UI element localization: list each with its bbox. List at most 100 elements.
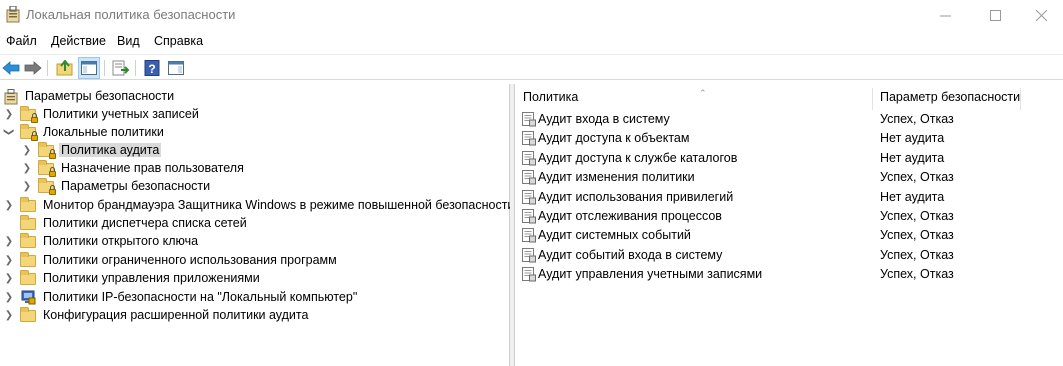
table-row[interactable]: Аудит событий входа в систему Успех, Отка… [516,246,1063,265]
tree-item-app-control[interactable]: ❯ Политики управления приложениями [4,269,262,287]
chevron-right-icon[interactable]: ❯ [4,105,14,123]
chevron-right-icon[interactable]: ❯ [22,159,32,177]
chevron-right-icon[interactable]: ❯ [4,306,14,324]
folder-icon [20,307,36,322]
table-row[interactable]: Аудит изменения политики Успех, Отказ [516,168,1063,187]
policy-name: Аудит входа в систему [538,112,670,126]
chevron-right-icon[interactable]: ❯ [22,177,32,195]
policy-setting: Успех, Отказ [880,267,954,282]
folder-lock-icon [38,142,56,159]
ip-security-icon [20,290,36,305]
tree-item-audit-policy[interactable]: ❯ Политика аудита [22,141,162,159]
tree-item-local-policies[interactable]: ❯ Локальные политики [4,123,166,141]
column-divider[interactable] [1020,88,1021,110]
export-list-button[interactable] [110,57,132,79]
minimize-button[interactable] [922,0,968,30]
policy-document-icon [522,170,536,185]
policy-document-icon [522,150,536,166]
tree-item-label: Политики IP-безопасности на "Локальный к… [43,290,358,304]
policy-name: Аудит отслеживания процессов [538,209,722,223]
policy-setting: Успех, Отказ [880,170,954,185]
toolbar-separator [47,60,48,76]
chevron-right-icon[interactable]: ❯ [4,269,14,287]
tree-root-label: Параметры безопасности [25,89,175,103]
close-button[interactable] [1018,0,1063,30]
chevron-right-icon[interactable]: ❯ [4,288,14,306]
title-bar: Локальная политика безопасности [0,0,1063,30]
column-header-setting[interactable]: Параметр безопасности [880,90,1020,108]
tree-item-label: Политика аудита [59,143,162,157]
folder-icon [20,233,36,248]
policy-document-icon [522,189,536,205]
table-row[interactable]: Аудит отслеживания процессов Успех, Отказ [516,207,1063,226]
tree-item-firewall[interactable]: ❯ Монитор брандмауэра Защитника Windows … [4,196,516,214]
menu-file[interactable]: Файл [6,34,37,48]
table-row[interactable]: Аудит управления учетными записями Успех,… [516,265,1063,284]
menu-bar: Файл Действие Вид Справка [0,32,1063,52]
policy-name: Аудит событий входа в систему [538,247,723,262]
tree-item-label: Локальные политики [43,125,164,139]
folder-icon [20,215,36,230]
menu-view[interactable]: Вид [117,34,140,48]
show-action-pane-button[interactable] [165,57,187,79]
folder-lock-icon [20,124,38,141]
folder-lock-icon [20,106,38,123]
policy-name: Аудит доступа к службе каталогов [538,150,738,165]
table-row[interactable]: Аудит системных событий Успех, Отказ [516,226,1063,245]
policy-setting: Успех, Отказ [880,247,954,262]
tree-item-label: Политики учетных записей [43,107,199,121]
tree-item-user-rights[interactable]: ❯ Назначение прав пользователя [22,159,246,177]
close-icon [1035,9,1047,21]
menu-action[interactable]: Действие [51,34,106,48]
maximize-icon [989,9,1001,21]
column-header-policy[interactable]: Политика ⌃ [523,88,707,108]
chevron-right-icon[interactable]: ❯ [22,141,32,159]
tree-item-label: Монитор брандмауэра Защитника Windows в … [43,198,515,212]
tree-item-security-options[interactable]: ❯ Параметры безопасности [22,177,212,195]
tree-item-label: Политики ограниченного использования про… [43,253,337,267]
column-divider[interactable] [872,88,873,110]
chevron-right-icon[interactable]: ❯ [4,196,14,214]
show-hide-tree-button[interactable] [78,57,100,79]
table-row[interactable]: Аудит доступа к объектам Нет аудита [516,129,1063,148]
window-title: Локальная политика безопасности [26,7,236,22]
tree-item-label: Политики диспетчера списка сетей [43,216,247,230]
policy-name: Аудит доступа к объектам [538,131,690,146]
policy-document-icon [522,247,536,263]
tree-item-account-policies[interactable]: ❯ Политики учетных записей [4,105,201,123]
tree-item-ip-security[interactable]: ❯ Политики IP-безопасности на "Локальный… [4,288,359,306]
help-button[interactable]: ? [141,57,163,79]
back-button[interactable] [0,57,22,79]
maximize-button[interactable] [972,0,1018,30]
menu-help[interactable]: Справка [154,34,203,48]
tree-item-label: Конфигурация расширенной политики аудита [43,308,309,322]
svg-text:?: ? [148,62,155,76]
table-row[interactable]: Аудит доступа к службе каталогов Нет ауди… [516,149,1063,168]
forward-button[interactable] [22,57,44,79]
tree-item-label: Назначение прав пользователя [61,161,244,175]
tree-item-label: Политики управления приложениями [43,271,260,285]
toolbar-separator [104,60,105,76]
help-icon: ? [144,60,160,76]
chevron-right-icon[interactable]: ❯ [4,232,14,250]
tree-root[interactable]: Параметры безопасности [4,87,176,105]
toolbar: ? [0,54,1063,80]
chevron-right-icon[interactable]: ❯ [4,251,14,269]
folder-icon [20,270,36,285]
security-settings-icon [4,89,18,105]
up-level-button[interactable] [54,57,76,79]
table-row[interactable]: Аудит входа в систему Успех, Отказ [516,110,1063,129]
tree-item-software-restriction[interactable]: ❯ Политики ограниченного использования п… [4,251,339,269]
tree-item-advanced-audit[interactable]: ❯ Конфигурация расширенной политики ауди… [4,306,310,324]
policy-document-icon [522,228,536,243]
folder-up-icon [56,60,73,76]
pane-splitter[interactable] [510,84,515,366]
tree-item-network-list[interactable]: Политики диспетчера списка сетей [4,214,249,232]
folder-lock-icon [38,178,56,195]
tree-item-public-key[interactable]: ❯ Политики открытого ключа [4,232,200,250]
policy-setting: Нет аудита [880,189,945,204]
forward-arrow-icon [24,61,42,75]
chevron-down-icon[interactable]: ❯ [0,127,18,137]
table-row[interactable]: Аудит использования привилегий Нет аудита [516,188,1063,207]
results-list: Политика ⌃ Параметр безопасности Аудит в… [516,84,1063,366]
